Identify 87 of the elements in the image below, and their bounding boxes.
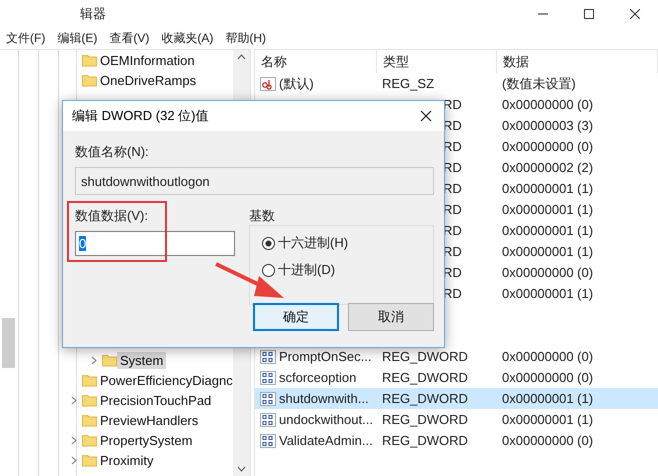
- ok-button[interactable]: 确定: [253, 303, 339, 331]
- scroll-down-icon[interactable]: [237, 466, 246, 472]
- field-label: 数值数据(V):: [75, 207, 149, 225]
- value-data: 0x00000001 (1): [501, 223, 594, 238]
- folder-icon: [102, 353, 117, 367]
- chevron-icon[interactable]: [71, 456, 77, 464]
- column-header[interactable]: 名称: [255, 50, 377, 73]
- scrollbar-thumb[interactable]: [2, 318, 15, 368]
- value-data: 0x00000000 (0): [501, 265, 594, 280]
- window-title: 辑器: [80, 5, 106, 23]
- folder-icon: [82, 393, 97, 407]
- radio-button[interactable]: [262, 264, 275, 276]
- binary-value-icon: [260, 392, 276, 406]
- tree-item[interactable]: PropertySystem: [97, 432, 196, 448]
- column-header[interactable]: 数据: [497, 50, 658, 73]
- folder-icon: [82, 433, 97, 447]
- radio-label: 十六进制(H): [278, 234, 348, 252]
- value-data: 0x00000001 (1): [501, 181, 594, 196]
- close-icon: [420, 110, 432, 122]
- menu-item[interactable]: 收藏夹(A): [155, 30, 220, 46]
- binary-value-icon: [260, 350, 276, 364]
- list-row[interactable]: scforceoption REG_DWORD 0x00000000 (0): [255, 367, 658, 388]
- folder-icon: [82, 453, 97, 467]
- close-icon: [630, 9, 640, 19]
- value-type: REG_DWORD: [381, 412, 469, 427]
- value-data: 0x00000001 (1): [501, 391, 594, 406]
- value-type: REG_DWORD: [381, 370, 469, 385]
- value-type: REG_SZ: [381, 76, 436, 91]
- column-header[interactable]: 类型: [377, 50, 497, 73]
- group-label: 基数: [249, 207, 276, 225]
- folder-icon: [82, 73, 97, 87]
- value-data-field[interactable]: 0: [75, 231, 235, 256]
- value-data: 0x00000001 (1): [501, 202, 594, 217]
- value-data: 0x00000000 (0): [501, 370, 594, 385]
- string-value-icon: [260, 76, 276, 90]
- value-name: shutdownwith...: [279, 391, 369, 406]
- value-data: 0x00000000 (0): [501, 433, 594, 448]
- menu-item[interactable]: 文件(F): [0, 30, 52, 46]
- binary-value-icon: [260, 370, 276, 384]
- folder-icon: [82, 53, 97, 67]
- list-row[interactable]: PromptOnSec... REG_DWORD 0x00000000 (0): [255, 346, 658, 367]
- value-name-field: shutdownwithoutlogon: [75, 167, 434, 195]
- list-row[interactable]: (默认) REG_SZ (数值未设置): [255, 73, 658, 94]
- tree-item[interactable]: Proximity: [97, 452, 156, 468]
- binary-value-icon: [260, 412, 276, 426]
- value-type: REG_DWORD: [381, 433, 469, 448]
- tree-item[interactable]: OneDriveRamps: [97, 72, 200, 88]
- tree-item[interactable]: OEMInformation: [97, 52, 198, 68]
- maximize-icon: [584, 9, 594, 19]
- value-data: 0x00000000 (0): [501, 97, 594, 112]
- value-data: 0x00000000 (0): [501, 139, 594, 154]
- menu-item[interactable]: 查看(V): [103, 30, 156, 46]
- value-type: REG_DWORD: [381, 349, 469, 364]
- folder-icon: [82, 373, 97, 387]
- radio-button[interactable]: [262, 236, 275, 250]
- chevron-icon[interactable]: [71, 396, 77, 404]
- folder-icon: [82, 413, 97, 427]
- tree-item[interactable]: System: [117, 352, 166, 368]
- value-name: ValidateAdmin...: [279, 433, 373, 448]
- value-name: undockwithout...: [279, 412, 373, 427]
- tree-item[interactable]: PrecisionTouchPad: [97, 392, 214, 408]
- value-name: PromptOnSec...: [279, 349, 372, 364]
- binary-value-icon: [260, 434, 276, 448]
- cancel-button[interactable]: 取消: [348, 303, 434, 331]
- tree-item[interactable]: PowerEfficiencyDiagnc: [97, 372, 236, 388]
- menu-item[interactable]: 编辑(E): [51, 30, 104, 46]
- chevron-icon[interactable]: [91, 356, 97, 364]
- radio-label: 十进制(D): [278, 261, 336, 279]
- value-data: 0x00000000 (0): [501, 349, 594, 364]
- value-data: 0x00000001 (1): [501, 286, 594, 301]
- value-name: scforceoption: [279, 370, 356, 385]
- dialog-title: 编辑 DWORD (32 位)值: [72, 107, 210, 125]
- value-data: (数值未设置): [501, 74, 577, 92]
- value-type: REG_DWORD: [381, 391, 469, 406]
- value-data: 0x00000001 (1): [501, 244, 594, 259]
- list-row[interactable]: ValidateAdmin... REG_DWORD 0x00000000 (0): [255, 430, 658, 451]
- scroll-up-icon[interactable]: [237, 54, 246, 60]
- value-data: 0x00000002 (2): [501, 160, 594, 175]
- list-row[interactable]: undockwithout... REG_DWORD 0x00000001 (1): [255, 409, 658, 430]
- value-data: 0x00000001 (1): [501, 412, 594, 427]
- value-name: (默认): [279, 74, 314, 92]
- menu-item[interactable]: 帮助(H): [219, 30, 272, 46]
- list-row[interactable]: shutdownwith... REG_DWORD 0x00000001 (1): [255, 388, 658, 409]
- chevron-icon[interactable]: [71, 436, 77, 444]
- tree-item[interactable]: PreviewHandlers: [97, 412, 202, 428]
- value-data: 0x00000003 (3): [501, 118, 594, 133]
- field-label: 数值名称(N):: [75, 143, 150, 161]
